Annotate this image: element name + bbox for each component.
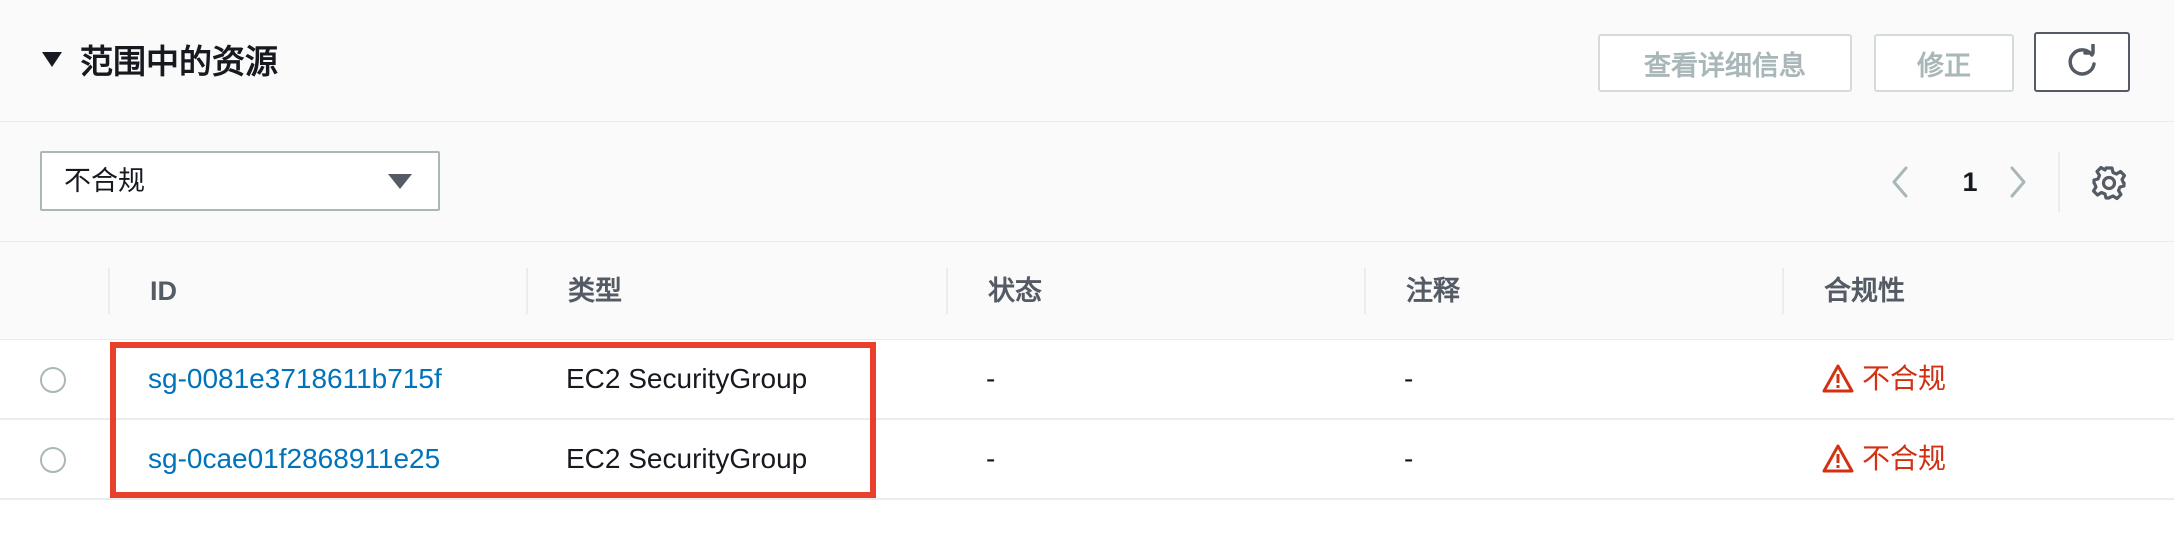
warning-icon <box>1822 444 1854 473</box>
refresh-button[interactable] <box>2034 32 2130 92</box>
chevron-left-icon <box>1892 166 1908 198</box>
view-details-button[interactable]: 查看详细信息 <box>1598 34 1852 92</box>
compliance-filter-value: 不合规 <box>64 166 145 196</box>
panel-header: 范围中的资源 查看详细信息 修正 <box>0 0 2174 122</box>
resources-in-scope-panel: 范围中的资源 查看详细信息 修正 不合规 1 ID 类型 状态 注释 合规性 s… <box>0 0 2174 540</box>
resource-annotation: - <box>1404 443 1414 474</box>
table-header: ID 类型 状态 注释 合规性 <box>0 242 2174 340</box>
resource-id-link[interactable]: sg-0cae01f2868911e25 <box>148 420 440 498</box>
next-page-button[interactable] <box>2004 162 2032 202</box>
row-select-radio[interactable] <box>40 447 66 473</box>
resource-status: - <box>986 443 996 474</box>
gear-icon <box>2091 165 2127 201</box>
panel-title[interactable]: 范围中的资源 <box>80 38 278 86</box>
column-separator[interactable] <box>1364 268 1366 314</box>
caret-down-icon <box>388 174 412 189</box>
column-header-status[interactable]: 状态 <box>988 242 1042 340</box>
warning-icon <box>1822 364 1854 393</box>
table-row[interactable]: sg-0081e3718611b715f EC2 SecurityGroup -… <box>0 340 2174 420</box>
column-separator[interactable] <box>526 268 528 314</box>
column-separator <box>108 268 110 314</box>
compliance-status: 不合规 <box>1822 420 1946 498</box>
refresh-icon <box>2068 44 2096 76</box>
divider <box>2058 152 2060 212</box>
caret-down-icon[interactable] <box>42 52 62 67</box>
column-header-type[interactable]: 类型 <box>568 242 622 340</box>
column-header-compliance[interactable]: 合规性 <box>1824 242 1905 340</box>
compliance-label: 不合规 <box>1862 443 1947 474</box>
resource-id-link[interactable]: sg-0081e3718611b715f <box>148 340 442 418</box>
compliance-status: 不合规 <box>1822 340 1946 418</box>
current-page-number[interactable]: 1 <box>1950 162 1990 202</box>
filter-bar: 不合规 1 <box>0 122 2174 242</box>
column-separator[interactable] <box>946 268 948 314</box>
remediate-button[interactable]: 修正 <box>1874 34 2014 92</box>
resource-type: EC2 SecurityGroup <box>566 363 808 394</box>
chevron-right-icon <box>2010 166 2026 198</box>
column-header-annotation[interactable]: 注释 <box>1406 242 1460 340</box>
previous-page-button[interactable] <box>1886 162 1914 202</box>
column-header-id[interactable]: ID <box>150 242 177 340</box>
resource-annotation: - <box>1404 363 1414 394</box>
table-row[interactable]: sg-0cae01f2868911e25 EC2 SecurityGroup -… <box>0 420 2174 500</box>
compliance-label: 不合规 <box>1862 363 1947 394</box>
row-select-radio[interactable] <box>40 367 66 393</box>
resource-type: EC2 SecurityGroup <box>566 443 808 474</box>
compliance-filter-select[interactable]: 不合规 <box>40 151 440 211</box>
preferences-button[interactable] <box>2090 164 2128 202</box>
column-separator[interactable] <box>1782 268 1784 314</box>
resource-status: - <box>986 363 996 394</box>
